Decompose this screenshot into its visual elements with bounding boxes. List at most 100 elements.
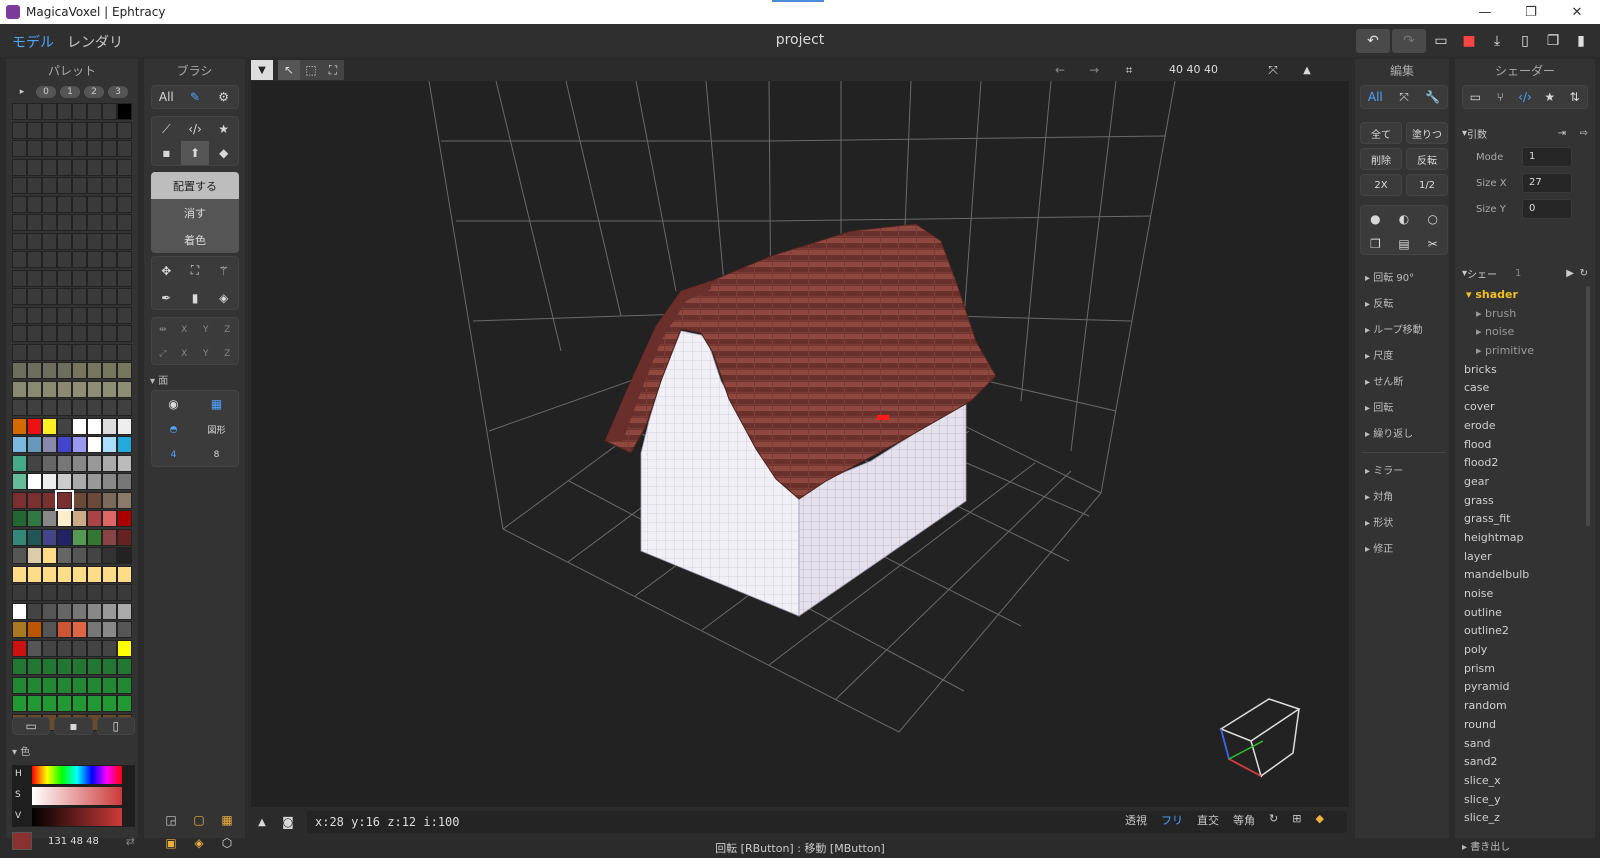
palette-swatch[interactable]	[72, 103, 87, 120]
cut-icon[interactable]: ✂	[1418, 231, 1447, 256]
reset-view-icon[interactable]: ↻	[1269, 812, 1278, 828]
palette-swatch[interactable]	[27, 251, 42, 268]
delete-button[interactable]: 削除	[1360, 148, 1402, 170]
shader-list-item[interactable]: flood2	[1462, 454, 1582, 473]
palette-swatch[interactable]	[102, 676, 117, 694]
palette-swatch[interactable]	[117, 510, 132, 527]
copy-file-icon[interactable]: ❐	[1540, 29, 1566, 53]
palette-swatch[interactable]	[72, 547, 87, 564]
arrow-right-icon[interactable]: →	[1080, 60, 1108, 80]
palette-swatch[interactable]	[72, 399, 87, 416]
palette-swatch[interactable]	[42, 306, 57, 324]
palette-swatch[interactable]	[12, 380, 27, 398]
palette-swatch[interactable]	[57, 214, 72, 231]
palette-swatch[interactable]	[42, 658, 57, 675]
magic-wand-icon[interactable]: ⚚	[209, 257, 238, 284]
palette-swatch[interactable]	[57, 343, 72, 361]
shader-code-icon[interactable]: ‹/›	[1513, 86, 1538, 108]
export-icon[interactable]: ⤓	[1484, 29, 1510, 53]
palette-swatch[interactable]	[12, 491, 27, 509]
palette-swatch[interactable]	[27, 140, 42, 157]
view-grid-icon[interactable]: ▦	[213, 808, 241, 831]
palette-swatch[interactable]	[117, 602, 132, 620]
palette-swatch[interactable]	[12, 658, 27, 675]
palette-swatch[interactable]	[117, 140, 132, 157]
palette-swatch[interactable]	[57, 121, 72, 139]
brush-all-button[interactable]: All	[152, 86, 181, 108]
palette-swatch[interactable]	[72, 639, 87, 657]
palette-swatch[interactable]	[42, 565, 57, 583]
palette-swatch[interactable]	[42, 510, 57, 527]
palette-swatch[interactable]	[87, 195, 102, 213]
palette-swatch[interactable]	[102, 695, 117, 712]
palette-swatch[interactable]	[102, 362, 117, 379]
palette-swatch[interactable]	[102, 565, 117, 583]
palette-swatch[interactable]	[72, 676, 87, 694]
palette-swatch[interactable]	[57, 380, 72, 398]
palette-swatch[interactable]	[42, 491, 57, 509]
palette-swatch[interactable]	[87, 288, 102, 305]
select-icon[interactable]: ⛶	[181, 257, 210, 284]
restore-button[interactable]: ❐	[1508, 0, 1554, 24]
3d-viewport[interactable]	[251, 81, 1349, 807]
palette-swatch[interactable]	[72, 528, 87, 546]
edit-section-2[interactable]: ▸ ループ移動	[1355, 318, 1449, 344]
palette-swatch[interactable]	[117, 547, 132, 564]
palette-swatch[interactable]	[42, 621, 57, 638]
palette-swatch[interactable]	[102, 639, 117, 657]
palette-swatch[interactable]	[72, 140, 87, 157]
voxel-brush-icon[interactable]: ■	[152, 141, 181, 165]
palette-swatch[interactable]	[42, 140, 57, 157]
palette-swatch[interactable]	[42, 214, 57, 231]
palette-swatch[interactable]	[42, 454, 57, 472]
shader-subfolder[interactable]: ▸ primitive	[1462, 342, 1582, 361]
palette-swatch[interactable]	[102, 306, 117, 324]
palette-swatch[interactable]	[117, 325, 132, 342]
palette-swatch[interactable]	[117, 158, 132, 176]
mirror-icon[interactable]: ⇹	[152, 318, 174, 342]
brush-pen-icon[interactable]: ✎	[181, 86, 210, 108]
palette-swatch[interactable]	[87, 121, 102, 139]
mirror-y[interactable]: Y	[195, 318, 217, 342]
palette-swatch[interactable]	[87, 639, 102, 657]
palette-swatch[interactable]	[87, 602, 102, 620]
arg-sizex-input[interactable]: 27	[1522, 173, 1572, 193]
mode-perspective[interactable]: 透視	[1125, 812, 1147, 828]
palette-swatch[interactable]	[12, 251, 27, 268]
shader-star-icon[interactable]: ★	[1537, 86, 1562, 108]
palette-swatch[interactable]	[57, 251, 72, 268]
palette-swatch[interactable]	[42, 417, 57, 435]
palette-swatch[interactable]	[117, 306, 132, 324]
export-section[interactable]: ▸ 書き出し	[1462, 838, 1510, 853]
tab-model[interactable]: モデル	[12, 32, 54, 52]
palette-swatch[interactable]	[42, 399, 57, 416]
palette-swatch[interactable]	[102, 528, 117, 546]
palette-swatch[interactable]	[72, 269, 87, 287]
palette-swatch[interactable]	[55, 489, 74, 511]
palette-swatch[interactable]	[72, 473, 87, 490]
refresh-icon[interactable]: ↻	[1580, 268, 1588, 279]
palette-swatch[interactable]	[42, 436, 57, 453]
palette-swatch[interactable]	[87, 658, 102, 675]
palette-swatch[interactable]	[27, 584, 42, 601]
tab-render[interactable]: レンダリ	[67, 32, 123, 52]
solid-circle-icon[interactable]: ●	[1361, 206, 1390, 231]
palette-swatch[interactable]	[57, 232, 72, 250]
edit-section-4[interactable]: ▸ せん断	[1355, 370, 1449, 396]
shader-list-item[interactable]: mandelbulb	[1462, 566, 1582, 585]
palette-swatch[interactable]	[72, 158, 87, 176]
palette-swatch[interactable]	[117, 491, 132, 509]
palette-swatch[interactable]	[27, 639, 42, 657]
palette-swatch[interactable]	[87, 547, 102, 564]
shader-folder[interactable]: ▾ shader	[1462, 286, 1582, 305]
palette-swatch[interactable]	[87, 621, 102, 638]
select-all-button[interactable]: 全て	[1360, 122, 1402, 144]
shader-list-item[interactable]: flood	[1462, 436, 1582, 455]
palette-swatch[interactable]	[117, 121, 132, 139]
model-cube-icon[interactable]: ◆	[1315, 812, 1323, 828]
mode-iso[interactable]: 等角	[1233, 812, 1255, 828]
box-brush-icon[interactable]: ◆	[209, 141, 238, 165]
palette-swatch[interactable]	[102, 232, 117, 250]
palette-swatch[interactable]	[72, 232, 87, 250]
palette-swatch[interactable]	[27, 510, 42, 527]
